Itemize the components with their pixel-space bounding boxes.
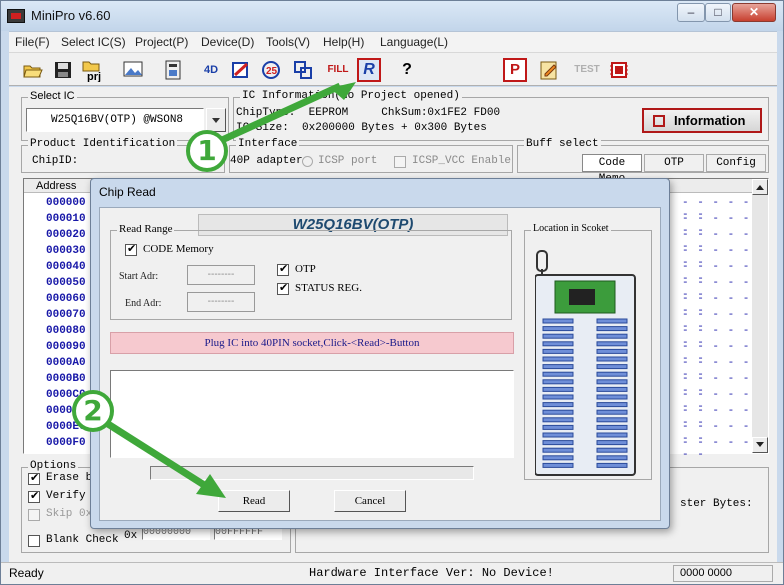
callout-2-arrow [106, 421, 214, 493]
callout-1-arrowhead [330, 82, 356, 100]
callout-1-arrow [220, 82, 342, 144]
callout-arrows [106, 82, 356, 498]
